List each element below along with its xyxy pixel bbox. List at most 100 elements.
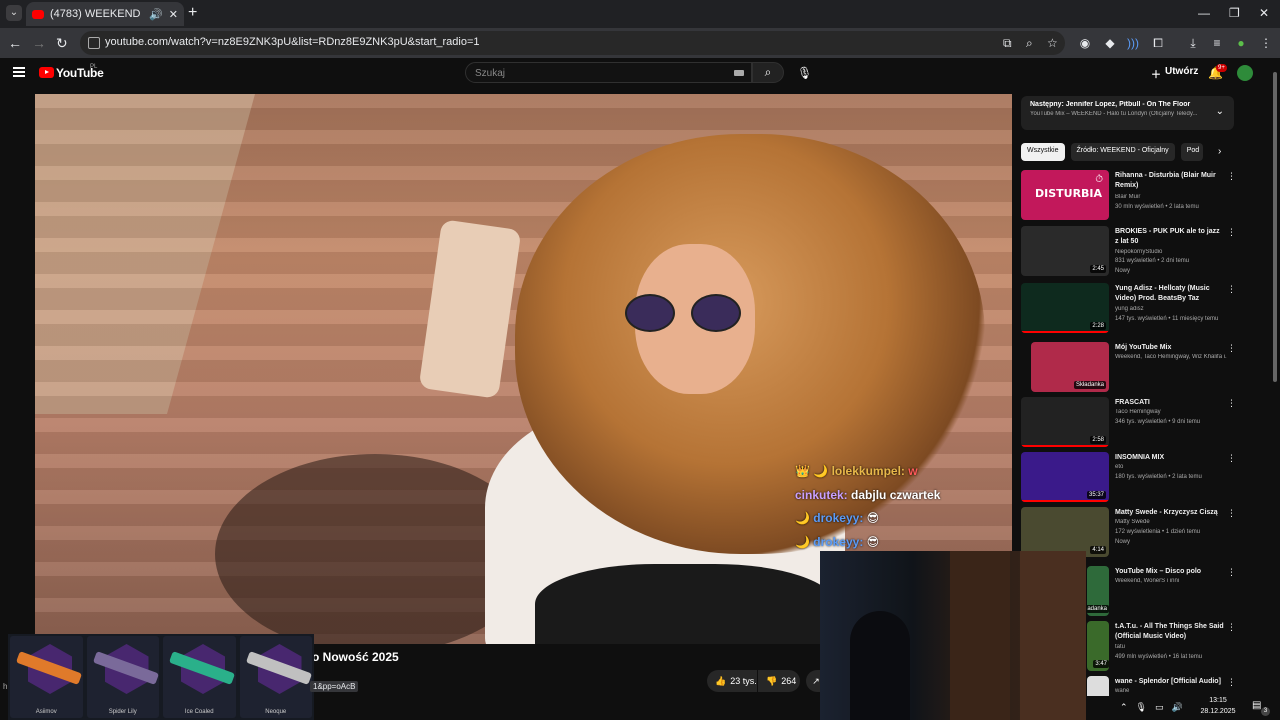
- browser-menu-icon[interactable]: ⋮: [1258, 35, 1274, 51]
- watch-later-icon[interactable]: ⏱: [1095, 174, 1103, 185]
- recommendation-channel[interactable]: Weekend, Taco Hemingway, Wiz Khalifa i..…: [1115, 354, 1227, 360]
- recommendation-item[interactable]: 4:14 Matty Swede - Krzyczysz Ciszą Matty…: [1021, 507, 1251, 557]
- extension-audio-icon[interactable]: ))): [1125, 35, 1141, 51]
- dislike-button[interactable]: 👎 264: [758, 670, 800, 692]
- youtube-logo-icon[interactable]: [39, 67, 54, 78]
- recommendation-channel[interactable]: eto: [1115, 464, 1227, 470]
- recommendation-channel[interactable]: wane: [1115, 688, 1227, 694]
- video-thumbnail[interactable]: 4:14: [1021, 507, 1109, 557]
- chat-badges: 🌙: [795, 511, 810, 525]
- restore-icon[interactable]: ❐: [1229, 6, 1240, 20]
- extension-incognito-icon[interactable]: ◉: [1077, 35, 1093, 51]
- video-thumbnail[interactable]: 3:47: [1087, 621, 1109, 671]
- more-options-icon[interactable]: ⋮: [1227, 677, 1236, 688]
- recommendation-channel[interactable]: Blair Muir: [1115, 194, 1227, 200]
- video-thumbnail[interactable]: 2:45: [1021, 226, 1109, 276]
- search-input[interactable]: Szukaj: [465, 62, 752, 83]
- recommendation-channel[interactable]: Matty Swede: [1115, 519, 1227, 525]
- recommendation-title[interactable]: BROKIES - PUK PUK ale to jazz z lat 50: [1115, 227, 1225, 247]
- video-thumbnail[interactable]: Składanka: [1031, 342, 1109, 392]
- chip-source[interactable]: Źródło: WEEKEND - Oficjalny: [1070, 143, 1175, 161]
- more-options-icon[interactable]: ⋮: [1227, 343, 1236, 354]
- close-window-icon[interactable]: ✕: [1259, 6, 1269, 20]
- new-tab-button[interactable]: +: [188, 5, 197, 21]
- extension-diamond-icon[interactable]: ◆: [1102, 35, 1118, 51]
- keyboard-icon[interactable]: [734, 70, 744, 76]
- up-next-panel[interactable]: Następny: Jennifer Lopez, Pitbull - On T…: [1021, 96, 1234, 130]
- site-info-icon[interactable]: [88, 37, 100, 49]
- taskbar-clock[interactable]: 13:15 28.12.2025: [1198, 695, 1238, 717]
- like-button[interactable]: 👍 23 tys.: [707, 670, 757, 692]
- recommendation-title[interactable]: Mój YouTube Mix: [1115, 343, 1225, 353]
- video-thumbnail[interactable]: 35:37: [1021, 452, 1109, 502]
- more-options-icon[interactable]: ⋮: [1227, 622, 1236, 633]
- voice-search-icon[interactable]: 🎙: [797, 66, 812, 80]
- chevron-down-icon[interactable]: ⌄: [1216, 106, 1224, 117]
- more-options-icon[interactable]: ⋮: [1227, 567, 1236, 578]
- download-icon[interactable]: ⤓: [1185, 35, 1201, 51]
- chip-related[interactable]: Pod: [1180, 143, 1203, 161]
- tab-close-icon[interactable]: ✕: [169, 8, 178, 21]
- cast-icon[interactable]: ⧉: [1003, 36, 1012, 51]
- recommendation-title[interactable]: Yung Adisz - Hellcaty (Music Video) Prod…: [1115, 284, 1225, 304]
- more-options-icon[interactable]: ⋮: [1227, 508, 1236, 519]
- skin-card: Neoque: [239, 636, 312, 718]
- bookmark-star-icon[interactable]: ☆: [1047, 36, 1058, 50]
- video-thumbnail[interactable]: [1087, 676, 1109, 696]
- recommendation-title[interactable]: Matty Swede - Krzyczysz Ciszą: [1115, 508, 1225, 518]
- recommendation-channel[interactable]: Weekend, WonerS i inni: [1115, 578, 1227, 584]
- video-thumbnail[interactable]: adanka: [1087, 566, 1109, 616]
- chevron-right-icon[interactable]: ›: [1218, 146, 1221, 157]
- video-thumbnail[interactable]: 2:28: [1021, 283, 1109, 333]
- menu-icon[interactable]: [13, 67, 25, 77]
- recommendation-title[interactable]: FRASCATI: [1115, 398, 1225, 408]
- reload-icon[interactable]: ↻: [56, 35, 68, 51]
- recommendation-item[interactable]: 2:58 FRASCATI Taco Hemingway 346 tys. wy…: [1021, 397, 1251, 447]
- forward-icon[interactable]: →: [32, 35, 46, 51]
- more-options-icon[interactable]: ⋮: [1227, 171, 1236, 182]
- recommendation-channel[interactable]: NiepokornyStudio: [1115, 249, 1227, 255]
- extensions-puzzle-icon[interactable]: ⧠: [1150, 35, 1166, 51]
- recommendation-item[interactable]: 35:37 INSOMNIA MIX eto 180 tys. wyświetl…: [1021, 452, 1251, 502]
- notification-center-icon[interactable]: ▤: [1252, 700, 1261, 711]
- recommendation-item[interactable]: 2:28 Yung Adisz - Hellcaty (Music Video)…: [1021, 283, 1251, 333]
- recommendation-title[interactable]: Rihanna - Disturbia (Blair Muir Remix): [1115, 171, 1225, 191]
- recommendation-channel[interactable]: Taco Hemingway: [1115, 409, 1227, 415]
- address-url[interactable]: youtube.com/watch?v=nz8E9ZNK3pU&list=RDn…: [105, 36, 480, 48]
- more-options-icon[interactable]: ⋮: [1227, 284, 1236, 295]
- recommendation-item[interactable]: DISTURBIA ⏱ Rihanna - Disturbia (Blair M…: [1021, 170, 1251, 220]
- recommendation-title[interactable]: t.A.T.u. - All The Things She Said (Offi…: [1115, 622, 1225, 642]
- more-options-icon[interactable]: ⋮: [1227, 227, 1236, 238]
- like-count: 23 tys.: [730, 676, 757, 686]
- microphone-icon[interactable]: 🎙: [1136, 702, 1147, 713]
- recommendation-item[interactable]: 2:45 BROKIES - PUK PUK ale to jazz z lat…: [1021, 226, 1251, 276]
- browser-tab[interactable]: (4783) WEEKEND - Halo tu Londyn 🔊 ✕: [26, 2, 184, 26]
- tab-audio-icon[interactable]: 🔊: [149, 8, 163, 21]
- video-thumbnail[interactable]: DISTURBIA ⏱: [1021, 170, 1109, 220]
- profile-icon[interactable]: ●: [1233, 35, 1249, 51]
- search-button[interactable]: ⌕: [752, 62, 784, 83]
- create-button[interactable]: ＋ Utwórz: [1151, 66, 1198, 81]
- volume-icon[interactable]: 🔊: [1172, 702, 1183, 713]
- recommendation-title[interactable]: INSOMNIA MIX: [1115, 453, 1225, 463]
- scrollbar-thumb[interactable]: [1273, 72, 1277, 382]
- tab-search-button[interactable]: ⌄: [6, 5, 22, 21]
- avatar[interactable]: [1237, 65, 1253, 81]
- recommendation-item[interactable]: Składanka Mój YouTube Mix Weekend, Taco …: [1021, 342, 1251, 392]
- recommendation-channel[interactable]: tatu: [1115, 644, 1227, 650]
- video-thumbnail[interactable]: 2:58: [1021, 397, 1109, 447]
- page-scrollbar[interactable]: [1272, 66, 1278, 686]
- recommendation-channel[interactable]: yung adisz: [1115, 306, 1227, 312]
- zoom-icon[interactable]: ⌕: [1026, 36, 1033, 51]
- reading-list-icon[interactable]: ≡: [1209, 35, 1225, 51]
- tray-chevron-icon[interactable]: ⌃: [1120, 702, 1128, 713]
- recommendation-title[interactable]: YouTube Mix – Disco polo: [1115, 567, 1225, 577]
- recommendation-title[interactable]: wane - Splendor [Official Audio]: [1115, 677, 1225, 687]
- minimize-icon[interactable]: —: [1198, 6, 1210, 20]
- network-icon[interactable]: ▭: [1155, 702, 1164, 713]
- more-options-icon[interactable]: ⋮: [1227, 398, 1236, 409]
- more-options-icon[interactable]: ⋮: [1227, 453, 1236, 464]
- address-bar[interactable]: youtube.com/watch?v=nz8E9ZNK3pU&list=RDn…: [80, 31, 1065, 55]
- back-icon[interactable]: ←: [8, 35, 22, 51]
- chip-all[interactable]: Wszystkie: [1021, 143, 1065, 161]
